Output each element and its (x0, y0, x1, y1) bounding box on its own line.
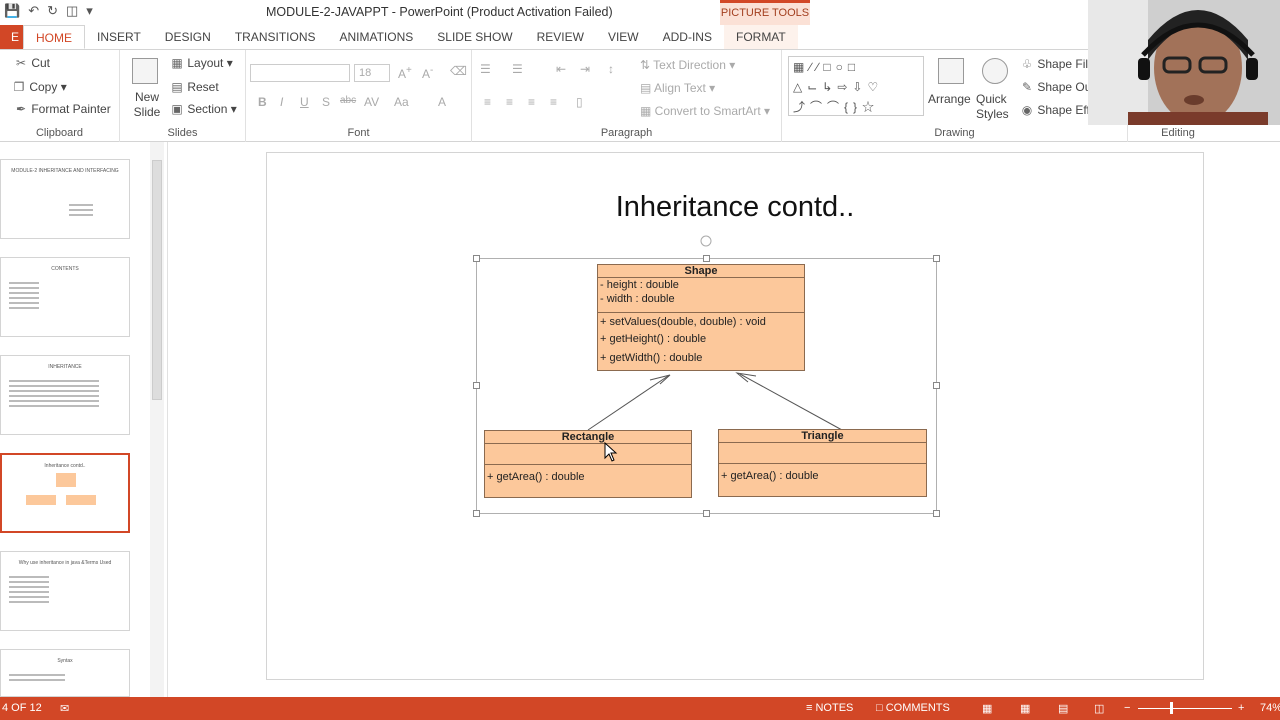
reading-view-icon[interactable]: ▤ (1058, 702, 1068, 715)
rectangle-method-getarea: + getArea() : double (487, 471, 585, 483)
resize-handle-se[interactable] (933, 510, 940, 517)
shape-attr-height: - height : double (600, 279, 679, 291)
slide-counter: 4 OF 12 (2, 702, 42, 714)
shape-method-getheight: + getHeight() : double (600, 333, 707, 345)
zoom-out-icon[interactable]: − (1124, 702, 1130, 714)
resize-handle-e[interactable] (933, 382, 940, 389)
zoom-slider[interactable] (1138, 708, 1232, 709)
shape-class-name: Shape (684, 265, 718, 277)
shape-class-box: Shape - height : double - width : double… (597, 264, 805, 371)
resize-handle-nw[interactable] (473, 255, 480, 262)
resize-handle-ne[interactable] (933, 255, 940, 262)
shape-method-getwidth: + getWidth() : double (600, 352, 703, 364)
rectangle-class-box: Rectangle + getArea() : double (484, 430, 692, 498)
slideshow-view-icon[interactable]: ◫ (1094, 702, 1104, 715)
zoom-slider-thumb[interactable] (1170, 702, 1173, 714)
resize-handle-n[interactable] (703, 255, 710, 262)
rectangle-class-name: Rectangle (561, 431, 615, 443)
resize-handle-w[interactable] (473, 382, 480, 389)
triangle-class-box: Triangle + getArea() : double (718, 429, 927, 497)
resize-handle-sw[interactable] (473, 510, 480, 517)
slide-sorter-icon[interactable]: ▦ (1020, 702, 1030, 715)
triangle-class-name: Triangle (801, 430, 844, 442)
mouse-cursor-icon (604, 442, 618, 462)
resize-handle-s[interactable] (703, 510, 710, 517)
zoom-in-icon[interactable]: + (1238, 702, 1244, 714)
comments-button[interactable]: □ COMMENTS (876, 702, 950, 714)
normal-view-icon[interactable]: ▦ (982, 702, 992, 715)
notes-button[interactable]: ≡ NOTES (806, 702, 853, 714)
triangle-method-getarea: + getArea() : double (721, 470, 819, 482)
rotate-handle-icon (700, 235, 712, 247)
shape-method-setvalues: + setValues(double, double) : void (600, 316, 766, 328)
shape-attr-width: - width : double (600, 293, 675, 305)
spellcheck-icon[interactable]: ✉ (60, 702, 69, 715)
status-bar: 4 OF 12 ✉ ≡ NOTES □ COMMENTS ▦ ▦ ▤ ◫ − +… (0, 697, 1280, 720)
zoom-level[interactable]: 74% (1260, 702, 1280, 714)
